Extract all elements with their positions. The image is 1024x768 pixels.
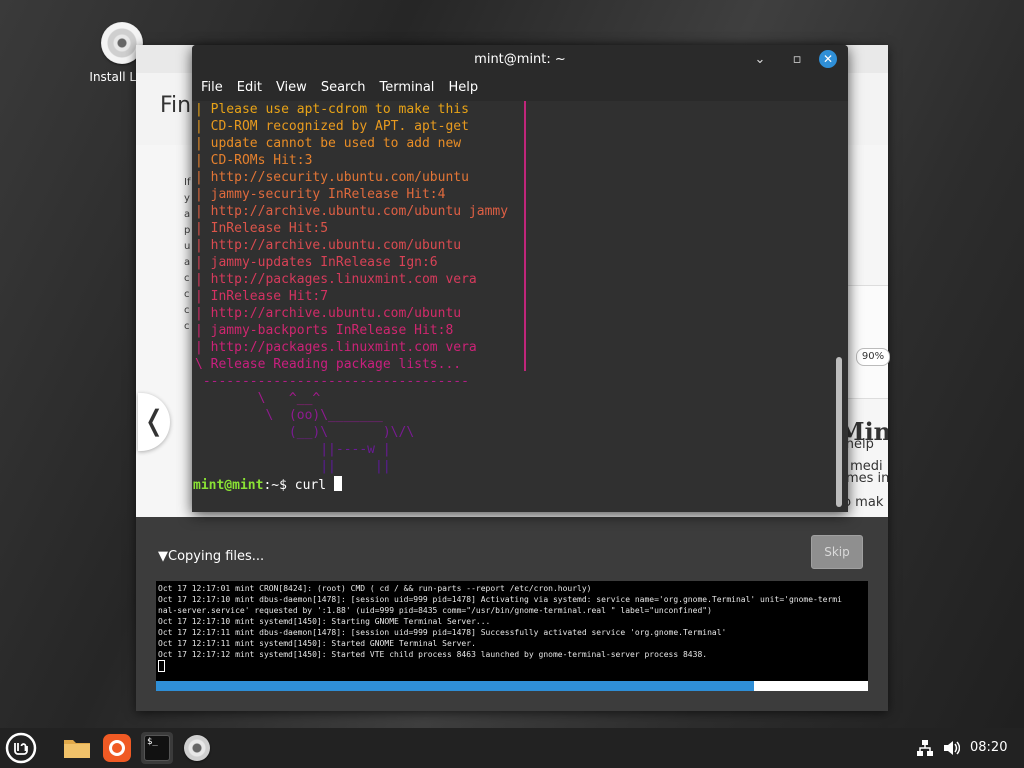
terminal-output-line: | InRelease Hit:7 — [195, 289, 329, 304]
files-launcher[interactable] — [61, 732, 93, 764]
terminal-output-line: | CD-ROMs Hit:3 — [195, 153, 313, 168]
terminal-output-line: \ (oo)\_______ — [195, 408, 383, 423]
log-line: Oct 17 12:17:11 mint dbus-daemon[1478]: … — [158, 628, 727, 637]
terminal-output-line: | jammy-backports InRelease Hit:8 — [195, 323, 454, 338]
close-icon[interactable]: ✕ — [819, 50, 837, 68]
slideshow-prev-button[interactable]: ❬ — [138, 393, 170, 451]
zoom-level-badge: 90% — [856, 348, 890, 366]
log-line: Oct 17 12:17:01 mint CRON[8424]: (root) … — [158, 584, 592, 593]
log-line: Oct 17 12:17:10 mint dbus-daemon[1478]: … — [158, 595, 842, 604]
skip-button[interactable]: Skip — [811, 535, 863, 569]
installer-log[interactable]: Oct 17 12:17:01 mint CRON[8424]: (root) … — [156, 581, 868, 681]
prompt-user: mint@mint — [193, 478, 264, 493]
terminal-output-line: \ ^__^ — [195, 391, 321, 406]
firefox-icon — [103, 734, 131, 762]
copying-files-label: Copying files... — [168, 549, 265, 564]
log-line: Oct 17 12:17:10 mint systemd[1450]: Star… — [158, 617, 491, 626]
terminal-menu-edit[interactable]: Edit — [237, 75, 262, 101]
terminal-output-line: | http://archive.ubuntu.com/ubuntu — [195, 306, 462, 321]
terminal-window: mint@mint: ~ ⌄ ▫ ✕ File Edit View Search Ter… — [192, 45, 848, 512]
linux-mint-logo-icon — [5, 732, 37, 764]
terminal-output-line: || || — [195, 459, 391, 474]
install-progress-fill — [156, 681, 755, 691]
prompt-command: curl — [294, 478, 334, 493]
terminal-menubar: File Edit View Search Terminal Help — [192, 75, 848, 101]
terminal-titlebar[interactable]: mint@mint: ~ — [192, 45, 848, 75]
terminal-output-line: | update cannot be used to add new — [195, 136, 462, 151]
terminal-cursor — [333, 476, 342, 491]
terminal-prompt-line[interactable]: mint@mint:~$ curl — [193, 476, 342, 493]
terminal-menu-view[interactable]: View — [276, 75, 307, 101]
terminal-output-line: | Please use apt-cdrom to make this — [195, 102, 469, 117]
copying-files-expander[interactable]: ▼Copying files... — [158, 549, 264, 564]
terminal-menu-help[interactable]: Help — [448, 75, 478, 101]
clock[interactable]: 08:20 — [970, 728, 1007, 768]
expander-triangle-icon: ▼ — [158, 549, 168, 564]
terminal-output-line: | http://security.ubuntu.com/ubuntu — [195, 170, 469, 185]
log-line: Oct 17 12:17:12 mint systemd[1450]: Star… — [158, 650, 708, 659]
folder-icon — [64, 740, 90, 758]
terminal-output-line: | CD-ROM recognized by APT. apt-get — [195, 119, 469, 134]
log-line: nal-server.service' requested by ':1.88'… — [158, 606, 712, 615]
log-cursor — [158, 660, 165, 672]
terminal-output-line: | http://archive.ubuntu.com/ubuntu — [195, 238, 462, 253]
installer-progress-area: ▼Copying files... Skip Oct 17 12:17:01 m… — [136, 517, 888, 711]
terminal-output-line: | jammy-security InRelease Hit:4 — [195, 187, 446, 202]
network-wired-icon — [917, 739, 933, 756]
volume-icon[interactable] — [942, 728, 961, 768]
log-line: Oct 17 12:17:11 mint systemd[1450]: Star… — [158, 639, 476, 648]
install-progress-bar — [156, 681, 868, 691]
minimize-icon[interactable]: ⌄ — [752, 52, 768, 68]
taskbar: $_ 08:20 — [0, 728, 1024, 768]
network-icon[interactable] — [916, 728, 934, 768]
terminal-title: mint@mint: ~ — [474, 52, 566, 67]
terminal-output-line: | jammy-updates InRelease Ign:6 — [195, 255, 438, 270]
prompt-path: :~$ — [263, 478, 295, 493]
speaker-icon — [944, 740, 961, 755]
firefox-launcher[interactable] — [101, 732, 133, 764]
installer-page-title: Fin — [160, 93, 192, 118]
terminal-output-line: ---------------------------------- — [195, 374, 469, 389]
terminal-output-line: | http://packages.linuxmint.com vera — [195, 340, 477, 355]
installer-taskbar-button[interactable] — [181, 732, 213, 764]
maximize-icon[interactable]: ▫ — [789, 52, 805, 68]
terminal-output[interactable]: || || ||----w | (__)\ )\/\ \ (oo)\______… — [192, 101, 848, 512]
terminal-output-line: | http://archive.ubuntu.com/ubuntu jammy — [195, 204, 509, 219]
terminal-output-line: (__)\ )\/\ — [195, 425, 415, 440]
terminal-output-line: | http://packages.linuxmint.com vera — [195, 272, 477, 287]
terminal-output-line: \ Release Reading package lists... — [195, 357, 462, 372]
terminal-menu-search[interactable]: Search — [321, 75, 366, 101]
terminal-icon: $_ — [144, 735, 170, 761]
disc-icon — [184, 735, 210, 761]
terminal-menu-terminal[interactable]: Terminal — [379, 75, 434, 101]
terminal-scrollbar[interactable] — [836, 357, 842, 507]
terminal-output-line: ||----w | — [195, 442, 391, 457]
terminal-taskbar-button[interactable]: $_ — [141, 732, 173, 764]
terminal-menu-file[interactable]: File — [201, 75, 223, 101]
terminal-output-line: | InRelease Hit:5 — [195, 221, 329, 236]
mint-menu-button[interactable] — [5, 732, 37, 764]
speech-bubble-border — [524, 101, 526, 371]
